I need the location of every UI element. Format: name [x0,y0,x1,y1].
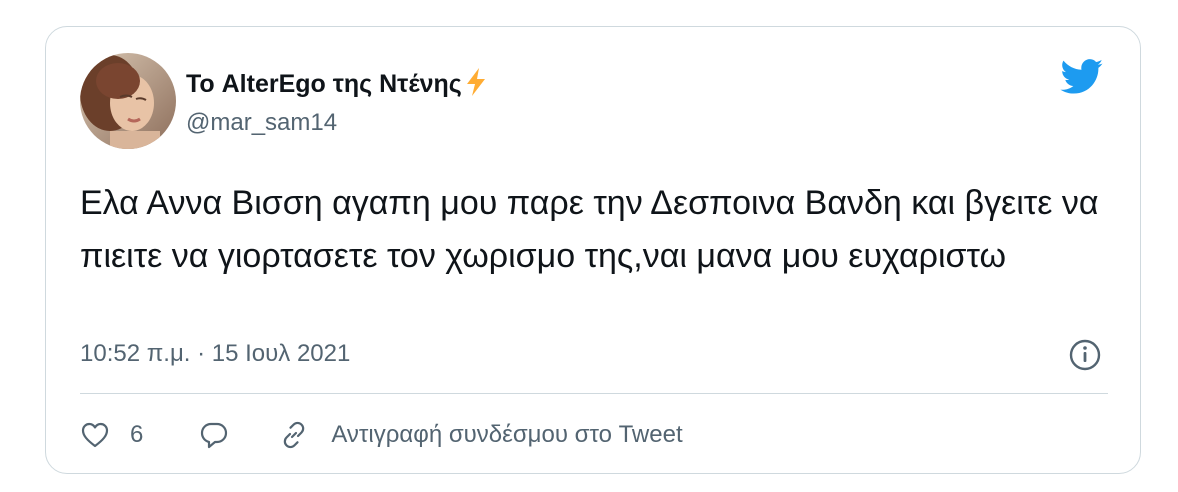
author-handle[interactable]: @mar_sam14 [186,109,337,137]
lightning-bolt-icon [466,68,485,96]
tweet-card[interactable]: Το AlterEgo της Ντένης @mar_sam14 Ελα Αν… [45,26,1141,474]
author-name-text: Το AlterEgo της Ντένης [186,70,462,98]
info-icon[interactable] [1068,338,1102,372]
action-bar: 6 Αντιγραφή συνδέσμου στο Tweet [80,415,683,455]
avatar[interactable] [80,53,176,149]
copy-link-button[interactable]: Αντιγραφή συνδέσμου στο Tweet [279,420,683,450]
divider [80,393,1108,394]
copy-link-label: Αντιγραφή συνδέσμου στο Tweet [331,421,683,448]
heart-icon [81,422,109,448]
link-icon [284,421,305,449]
twitter-bird-icon[interactable] [1060,59,1104,95]
like-count: 6 [130,421,144,448]
reply-button[interactable] [199,420,229,450]
avatar-image [80,53,176,149]
tweet-timestamp[interactable]: 10:52 π.μ. · 15 Ιουλ 2021 [80,340,350,368]
like-button[interactable]: 6 [80,420,199,450]
author-name[interactable]: Το AlterEgo της Ντένης [186,67,488,99]
tweet-text: Ελα Αννα Βισση αγαπη μου παρε την Δεσποι… [80,184,1099,275]
reply-icon [201,422,228,449]
